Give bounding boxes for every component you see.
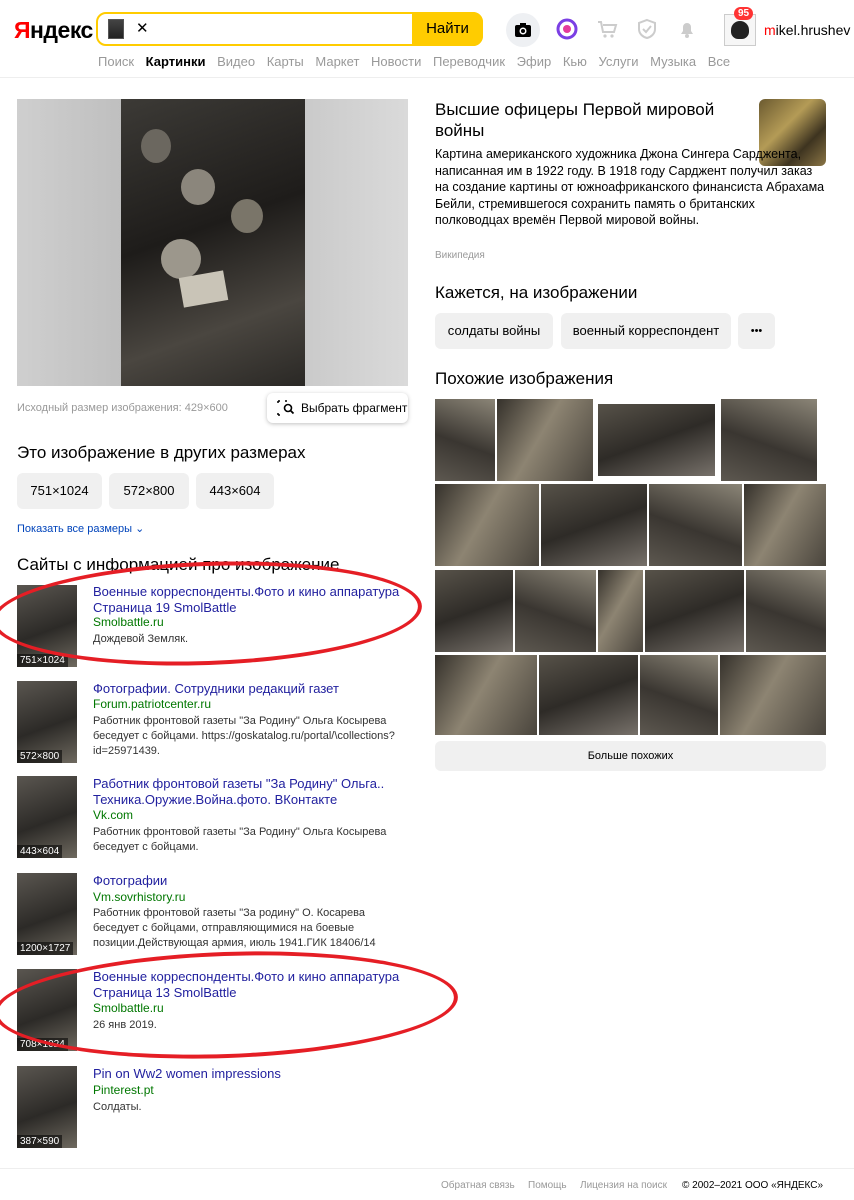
entity-source[interactable]: Википедия	[435, 250, 485, 261]
similar-image[interactable]	[744, 484, 826, 566]
username[interactable]: mikel.hrushev	[764, 22, 850, 38]
tab-all[interactable]: Все	[708, 54, 730, 69]
clear-search-icon[interactable]: ✕	[136, 19, 149, 37]
notification-badge: 95	[734, 7, 754, 20]
tab-music[interactable]: Музыка	[650, 54, 696, 69]
entity-description: Картина американского художника Джона Си…	[435, 147, 825, 227]
site-url[interactable]: Vk.com	[93, 808, 133, 822]
site-url[interactable]: Vm.sovrhistory.ru	[93, 890, 185, 904]
similar-image[interactable]	[598, 404, 715, 476]
tab-search[interactable]: Поиск	[98, 54, 134, 69]
tab-maps[interactable]: Карты	[267, 54, 304, 69]
similar-image[interactable]	[539, 655, 638, 735]
crop-search-icon	[277, 400, 295, 416]
header-divider	[0, 77, 854, 78]
sizes-heading: Это изображение в других размерах	[17, 443, 306, 462]
similar-image[interactable]	[598, 570, 643, 652]
help-link[interactable]: Помощь	[528, 1180, 567, 1191]
similar-image[interactable]	[645, 570, 744, 652]
show-all-sizes-link[interactable]: Показать все размеры ⌄	[17, 522, 144, 535]
site-thumbnail[interactable]: 1200×1727	[17, 873, 77, 955]
similar-image[interactable]	[746, 570, 826, 652]
site-thumbnail[interactable]: 387×590	[17, 1066, 77, 1148]
site-title-link[interactable]: Pin on Ww2 women impressions	[93, 1066, 403, 1082]
tab-images[interactable]: Картинки	[146, 54, 206, 69]
site-thumbnail[interactable]: 443×604	[17, 776, 77, 858]
red-highlight-ellipse	[0, 943, 460, 1067]
footer-divider	[0, 1168, 854, 1169]
tab-news[interactable]: Новости	[371, 54, 421, 69]
similar-image[interactable]	[435, 484, 539, 566]
similar-image[interactable]	[435, 399, 495, 481]
similar-image[interactable]	[541, 484, 647, 566]
search-image-thumbnail	[108, 19, 124, 39]
size-button-443[interactable]: 443×604	[196, 473, 274, 509]
main-image-preview[interactable]	[17, 99, 408, 386]
size-button-751[interactable]: 751×1024	[17, 473, 102, 509]
bell-icon[interactable]	[676, 18, 698, 40]
similar-image[interactable]	[720, 655, 826, 735]
site-url[interactable]: Forum.patriotcenter.ru	[93, 697, 211, 711]
tab-translator[interactable]: Переводчик	[433, 54, 505, 69]
more-tags-button[interactable]: •••	[738, 313, 775, 349]
copyright: © 2002–2021 ООО «ЯНДЕКС»	[682, 1180, 824, 1191]
select-fragment-button[interactable]: Выбрать фрагмент	[267, 393, 408, 423]
similar-image[interactable]	[435, 655, 537, 735]
feedback-link[interactable]: Обратная связь	[441, 1180, 515, 1191]
site-title-link[interactable]: Фотографии	[93, 873, 403, 889]
tag-war-correspondent[interactable]: военный корреспондент	[561, 313, 731, 349]
tab-video[interactable]: Видео	[217, 54, 255, 69]
tags-heading: Кажется, на изображении	[435, 283, 638, 302]
alice-icon[interactable]	[556, 18, 578, 40]
site-title-link[interactable]: Фотографии. Сотрудники редакций газет	[93, 681, 423, 697]
yandex-logo[interactable]: Яндекс	[14, 17, 93, 44]
more-similar-button[interactable]: Больше похожих	[435, 741, 826, 771]
entity-title[interactable]: Высшие офицеры Первой мировой войны	[435, 99, 735, 141]
soldiers-photo	[121, 99, 305, 386]
site-description: Работник фронтовой газеты "За Родину" Ол…	[93, 826, 387, 853]
similar-image[interactable]	[649, 484, 742, 566]
tab-market[interactable]: Маркет	[315, 54, 359, 69]
tab-services[interactable]: Услуги	[599, 54, 639, 69]
search-box[interactable]: ✕ Найти	[96, 12, 483, 46]
tab-q[interactable]: Кью	[563, 54, 587, 69]
service-tabs: Поиск Картинки Видео Карты Маркет Новост…	[98, 54, 738, 69]
cart-icon[interactable]	[596, 18, 618, 40]
similar-image[interactable]	[640, 655, 718, 735]
similar-image[interactable]	[435, 570, 513, 652]
search-button[interactable]: Найти	[412, 12, 483, 46]
site-title-link[interactable]: Работник фронтовой газеты "За Родину" Ол…	[93, 776, 393, 808]
skull-icon	[731, 21, 749, 39]
site-url[interactable]: Pinterest.pt	[93, 1083, 154, 1097]
similar-image[interactable]	[721, 399, 817, 481]
similar-image[interactable]	[497, 399, 593, 481]
tab-efir[interactable]: Эфир	[517, 54, 552, 69]
license-link[interactable]: Лицензия на поиск	[580, 1180, 667, 1191]
size-button-572[interactable]: 572×800	[109, 473, 189, 509]
site-description: Работник фронтовой газеты "За родину" О.…	[93, 907, 376, 949]
shield-icon[interactable]	[636, 18, 658, 40]
site-description: Солдаты.	[93, 1101, 142, 1113]
site-description: Работник фронтовой газеты "За Родину" Ол…	[93, 715, 395, 757]
similar-heading: Похожие изображения	[435, 369, 614, 388]
similar-image[interactable]	[515, 570, 596, 652]
chevron-down-icon: ⌄	[135, 523, 145, 535]
tag-soldiers[interactable]: солдаты войны	[435, 313, 553, 349]
site-thumbnail[interactable]: 572×800	[17, 681, 77, 763]
camera-search-icon[interactable]	[506, 13, 540, 47]
original-size-label: Исходный размер изображения: 429×600	[17, 402, 228, 414]
